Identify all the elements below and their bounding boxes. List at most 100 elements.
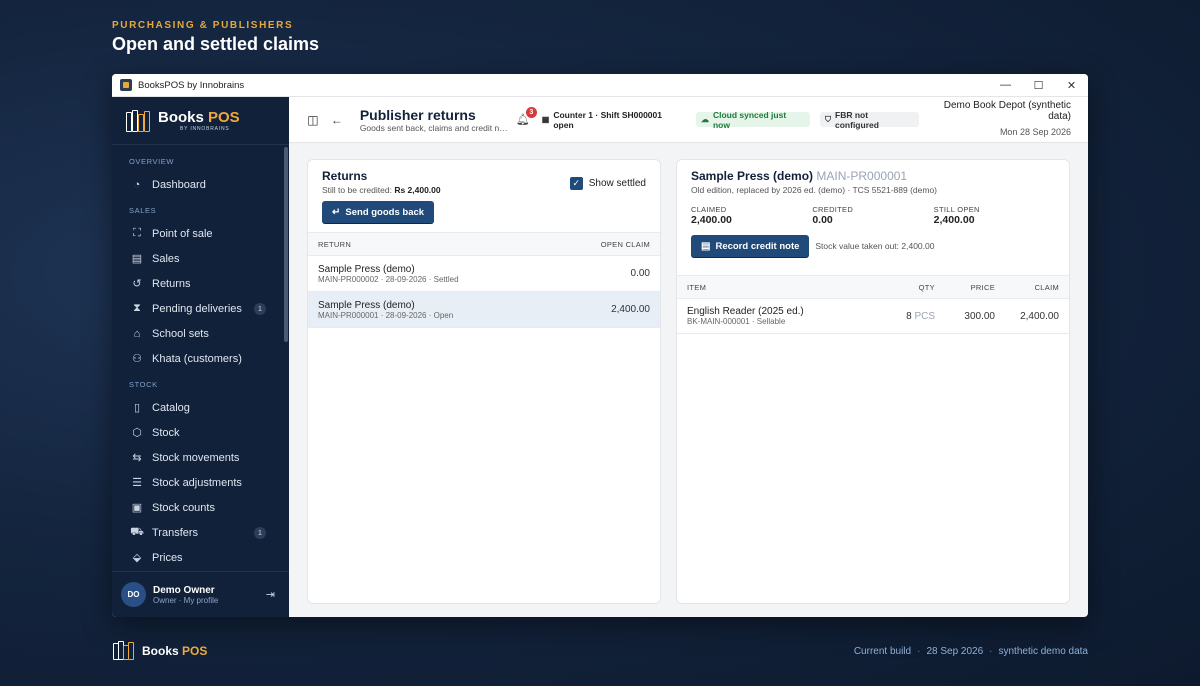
footer-separator: · (917, 646, 921, 657)
sidebar: Books POS BY INNOBRAINS OVERVIEW ◔ Dashbo… (112, 97, 289, 617)
counter-shift-text: Counter 1 · Shift SH000001 open (553, 109, 662, 130)
user-name: Demo Owner (153, 584, 215, 596)
sidebar-item-label: Stock counts (152, 501, 215, 514)
fbr-status: ⛉ FBR not configured (820, 110, 919, 130)
sidebar-item-stock-adjustments[interactable]: ☰ Stock adjustments (112, 470, 289, 495)
register-icon: ▦ (541, 115, 550, 124)
nav-section-sales: SALES ⛶ Point of sale ▤ Sales ↺ Returns ⧗ Pe… (112, 197, 289, 371)
items-table-header: ITEM QTY PRICE CLAIM (677, 275, 1069, 299)
counter-shift-status: ▦ Counter 1 · Shift SH000001 open (540, 109, 686, 130)
stock-value-note: Stock value taken out: 2,400.00 (815, 241, 935, 251)
sidebar-item-khata[interactable]: ⚇ Khata (customers) (112, 346, 289, 371)
books-logo-icon (124, 108, 152, 134)
users-icon: ⚇ (132, 353, 142, 365)
column-price: PRICE (970, 282, 995, 292)
column-item: ITEM (687, 282, 707, 292)
minimize-button[interactable]: — (989, 74, 1022, 96)
footer-logo: Books POS (112, 640, 207, 662)
sidebar-item-label: School sets (152, 327, 209, 340)
footer-build-info: Current build · 28 Sep 2026 · synthetic demo… (854, 646, 1088, 657)
nav-section-label: OVERVIEW (129, 157, 175, 166)
sidebar-item-label: Stock adjustments (152, 476, 242, 489)
row-publisher: Sample Press (demo) (318, 263, 415, 275)
count-badge: 1 (254, 526, 266, 539)
user-profile[interactable]: DO Demo Owner Owner · My profile ⇥ (112, 571, 289, 617)
sidebar-item-sales[interactable]: ▤ Sales (112, 246, 289, 271)
build-label: Current build (853, 646, 912, 657)
table-row[interactable]: Sample Press (demo) MAIN-PR000002 · 28-0… (308, 256, 660, 292)
sidebar-item-transfers[interactable]: ⛟ Transfers 1 (112, 520, 289, 545)
checkbox-checked-icon[interactable]: ✓ (569, 177, 583, 190)
returns-table-header: RETURN OPEN CLAIM (308, 232, 660, 256)
shield-icon: ⛉ (825, 114, 831, 124)
item-qty: 8 PCS (895, 311, 935, 322)
table-row[interactable]: English Reader (2025 ed.) BK-MAIN-000001… (677, 299, 1069, 334)
current-date: Mon 28 Sep 2026 (999, 126, 1071, 137)
nav-section-overview: OVERVIEW ◔ Dashboard (112, 145, 289, 197)
return-icon: ↺ (132, 278, 142, 290)
school-icon: ⌂ (133, 327, 141, 340)
send-goods-back-button[interactable]: ↵ Send goods back (322, 201, 435, 223)
cloud-sync-text: Cloud synced just now (712, 109, 787, 130)
sidebar-item-stock[interactable]: ⬡ Stock (112, 420, 289, 445)
hourglass-icon: ⧗ (133, 302, 141, 314)
close-button[interactable]: ✕ (1055, 74, 1088, 96)
notification-count-badge: 3 (525, 107, 537, 118)
sidebar-item-returns[interactable]: ↺ Returns (112, 271, 289, 296)
sidebar-scrollbar[interactable] (284, 147, 288, 342)
footer-brand-name: Books (142, 644, 179, 658)
sidebar-toggle-icon[interactable]: ◫ (303, 110, 323, 130)
logout-icon[interactable]: ⇥ (266, 588, 275, 601)
data-note: synthetic demo data (998, 646, 1089, 657)
record-credit-note-button[interactable]: ▤ Record credit note (691, 235, 810, 257)
sidebar-item-stock-movements[interactable]: ⇆ Stock movements (112, 445, 289, 470)
item-claim: 2,400.00 (1020, 310, 1059, 322)
returns-panel: Returns Still to be credited: Rs 2,400.0… (307, 159, 661, 604)
column-qty: QTY (918, 282, 935, 292)
cloud-sync-status: ☁ Cloud synced just now (695, 109, 810, 130)
stat-label: CLAIMED (691, 205, 727, 214)
document-icon: ▤ (701, 240, 711, 252)
receipt-icon: ▤ (131, 253, 143, 265)
send-goods-back-label: Send goods back (345, 206, 425, 218)
item-qty-value: 8 (906, 310, 912, 322)
store-info: Demo Book Depot (synthetic data) Mon 28 … (919, 100, 1071, 140)
sidebar-item-prices[interactable]: ⬙ Prices (112, 545, 289, 570)
sliders-icon: ☰ (132, 477, 142, 489)
book-icon: ▯ (133, 402, 141, 414)
sidebar-item-label: Khata (customers) (152, 352, 242, 365)
stat-label: STILL OPEN (933, 205, 980, 214)
footer-separator: · (989, 646, 993, 657)
scan-icon: ⛶ (133, 227, 141, 239)
sidebar-item-point-of-sale[interactable]: ⛶ Point of sale (112, 221, 289, 246)
brand-logo: Books POS BY INNOBRAINS (112, 97, 289, 145)
sidebar-item-label: Catalog (152, 401, 190, 414)
sidebar-item-label: Pending deliveries (152, 302, 242, 315)
clipboard-icon: ▣ (131, 502, 143, 514)
sidebar-item-pending-deliveries[interactable]: ⧗ Pending deliveries 1 (112, 296, 289, 321)
notifications-bell-icon[interactable]: 🔔︎ 3 (516, 107, 537, 126)
nav-section-label: SALES (129, 206, 157, 215)
window-title: BooksPOS by Innobrains (138, 79, 245, 91)
sidebar-item-school-sets[interactable]: ⌂ School sets (112, 321, 289, 346)
arrows-icon: ⇆ (132, 452, 142, 464)
table-row-selected[interactable]: Sample Press (demo) MAIN-PR000001 · 28-0… (308, 292, 660, 328)
column-claim: CLAIM (1034, 282, 1059, 292)
show-settled-toggle[interactable]: ✓ Show settled (569, 177, 646, 190)
stat-label: CREDITED (812, 205, 854, 214)
nav-section-stock: STOCK ▯ Catalog ⬡ Stock ⇆ Stock movements ☰… (112, 371, 289, 570)
back-arrow-icon[interactable]: ← (327, 110, 347, 130)
sidebar-item-label: Sales (152, 252, 180, 265)
gauge-icon: ◔ (133, 178, 141, 191)
sidebar-item-catalog[interactable]: ▯ Catalog (112, 395, 289, 420)
cloud-icon: ☁ (700, 115, 709, 124)
sidebar-item-stock-counts[interactable]: ▣ Stock counts (112, 495, 289, 520)
item-unit: PCS (914, 310, 935, 322)
page-subtitle: Goods sent back, claims and credit notes (359, 122, 510, 133)
claim-stats: CLAIMED 2,400.00 CREDITED 0.00 STILL OPEN 2… (691, 205, 1055, 226)
sidebar-item-dashboard[interactable]: ◔ Dashboard (112, 172, 289, 197)
page-kicker: PURCHASING & PUBLISHERS (112, 20, 294, 31)
page-title: Publisher returns (359, 106, 476, 123)
maximize-button[interactable]: ☐ (1022, 74, 1055, 96)
sidebar-item-label: Transfers (152, 526, 199, 539)
